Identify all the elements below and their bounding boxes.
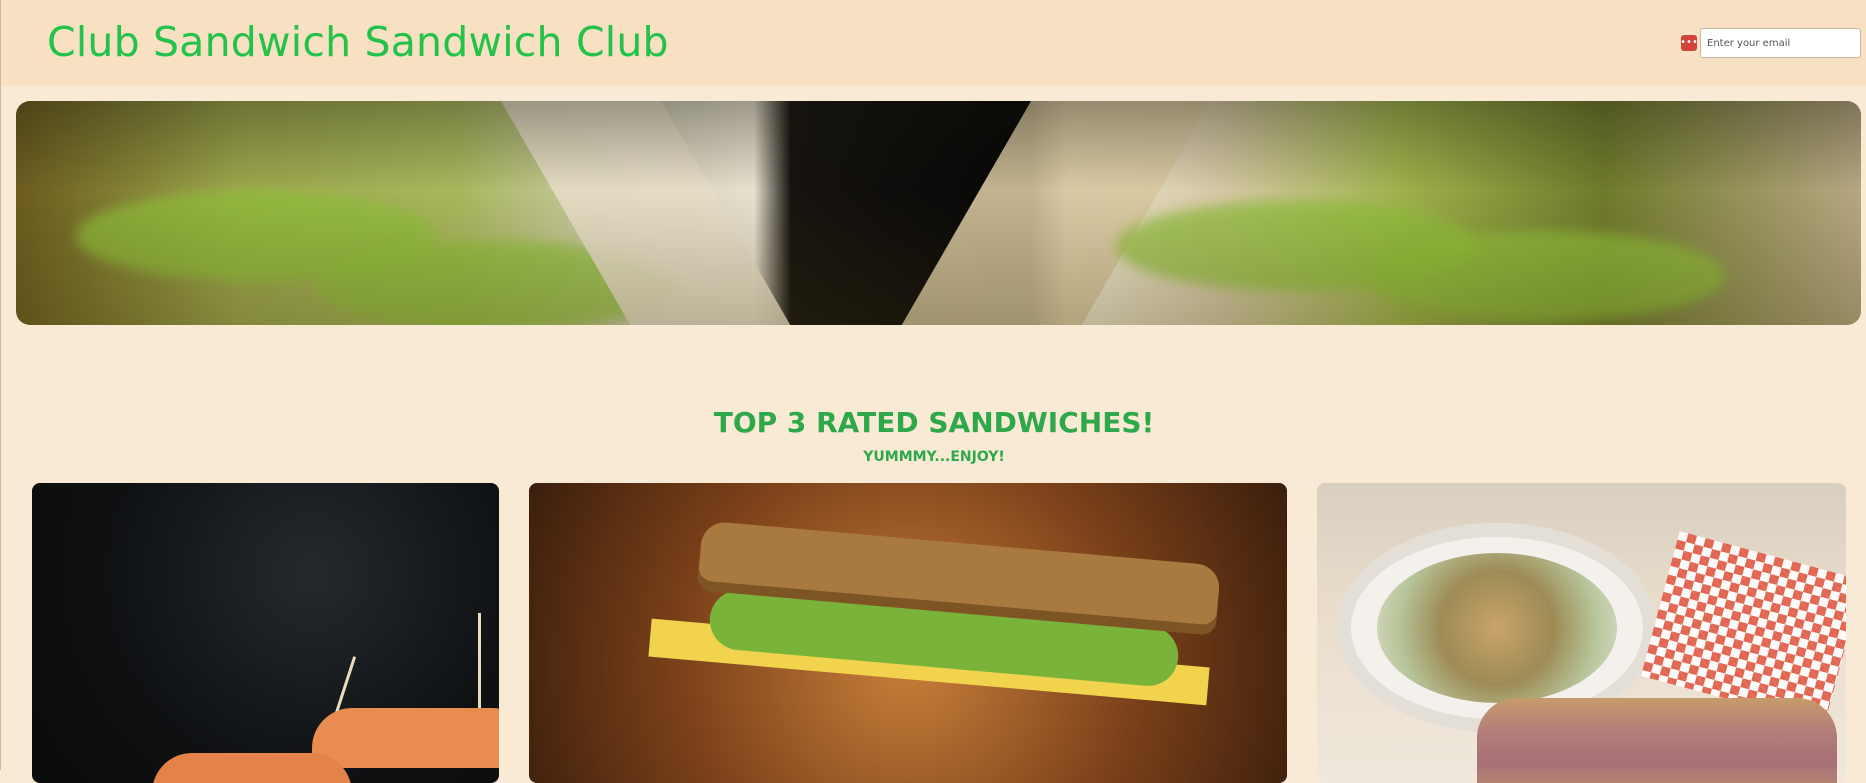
sandwich-card-1-image[interactable]	[32, 483, 499, 783]
site-title: Club Sandwich Sandwich Club	[47, 18, 669, 66]
section-subtitle: YUMMMY...ENJOY!	[863, 449, 1005, 465]
email-signup: •••	[1680, 27, 1861, 59]
roll-shape	[152, 753, 352, 783]
hero-banner-image	[16, 101, 1861, 325]
site-header: Club Sandwich Sandwich Club •••	[1, 0, 1866, 86]
sandwich-card-3-image[interactable]	[1317, 483, 1846, 783]
hero-overlay	[16, 101, 1861, 325]
section-title: TOP 3 RATED SANDWICHES!	[713, 406, 1155, 439]
roll-shape	[312, 708, 499, 768]
sandwich-card-2-image[interactable]	[529, 483, 1287, 783]
sandwich-shape	[1477, 698, 1837, 783]
salad-shape	[1377, 553, 1617, 703]
email-input[interactable]	[1700, 28, 1861, 58]
password-manager-icon[interactable]: •••	[1680, 35, 1698, 51]
checkered-paper-shape	[1640, 530, 1846, 726]
